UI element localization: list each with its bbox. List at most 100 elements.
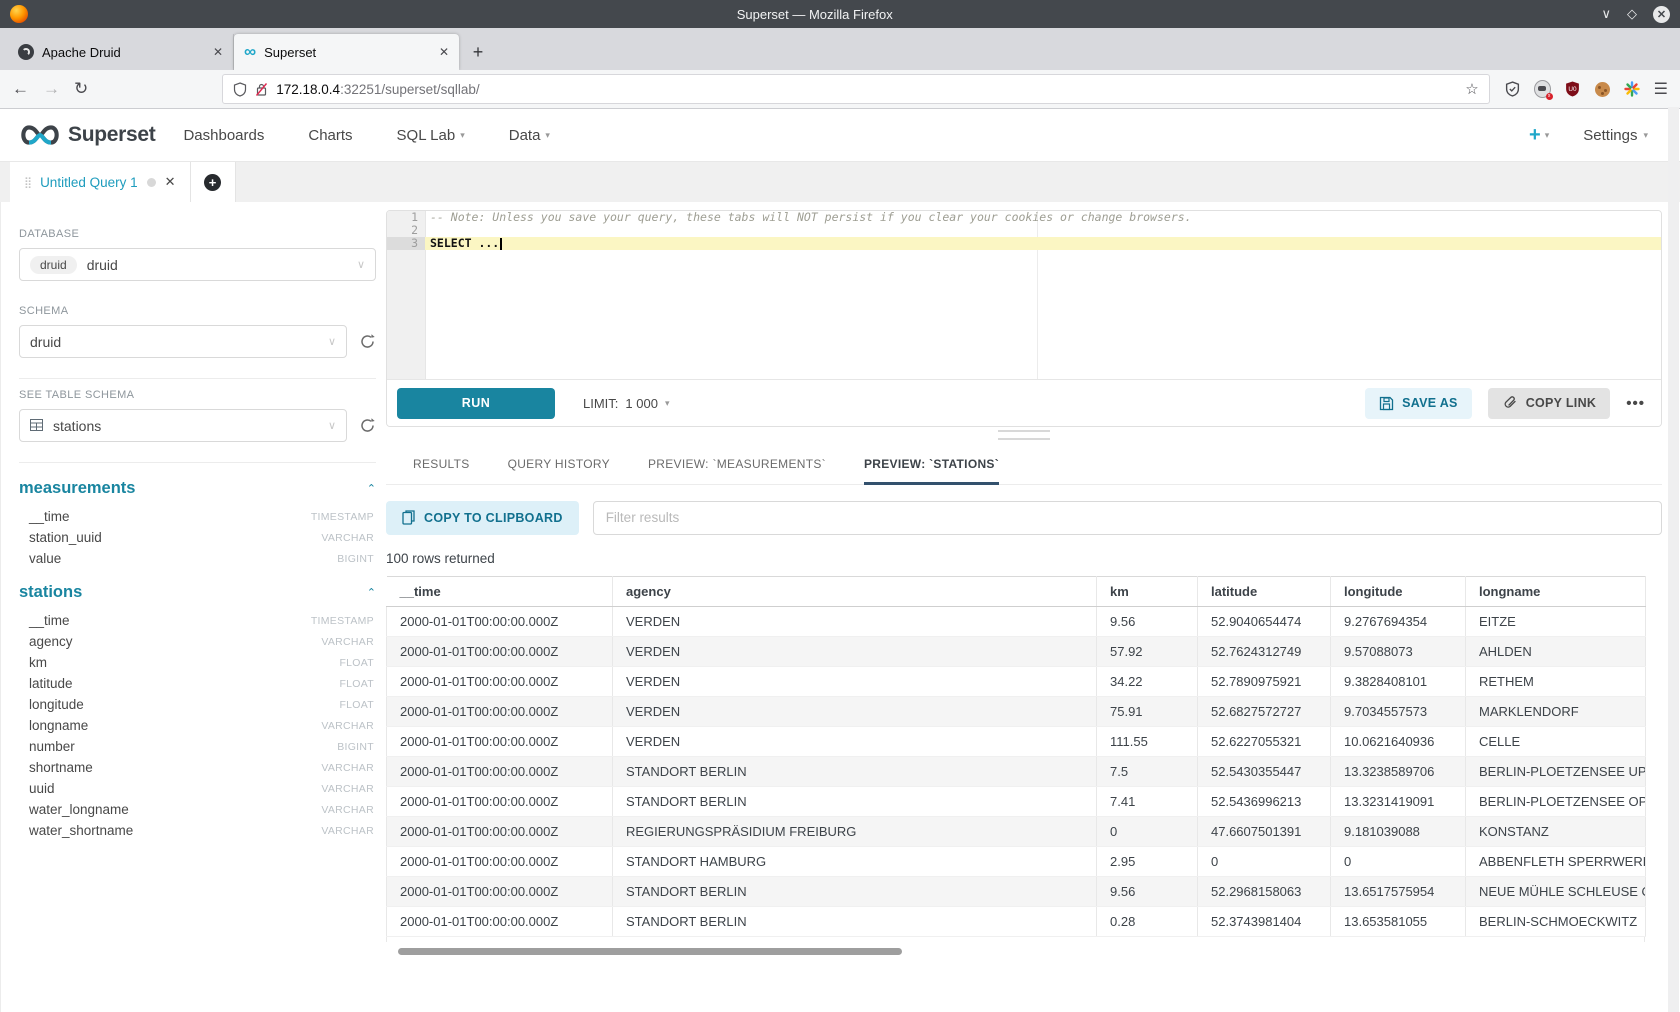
chevron-down-icon: ▾ bbox=[460, 130, 465, 141]
horizontal-scrollbar[interactable] bbox=[386, 948, 1662, 957]
page-scrollbar-track[interactable] bbox=[1668, 107, 1679, 1012]
column-header[interactable]: agency bbox=[613, 576, 1097, 606]
table-row[interactable]: 2000-01-01T00:00:00.000Z VERDEN 111.55 5… bbox=[387, 726, 1646, 756]
table-row[interactable]: 2000-01-01T00:00:00.000Z VERDEN 57.92 52… bbox=[387, 636, 1646, 666]
cell-km: 0.28 bbox=[1097, 906, 1198, 936]
limit-dropdown[interactable]: LIMIT: 1 000 ▾ bbox=[583, 396, 669, 411]
nav-data[interactable]: Data▾ bbox=[509, 127, 550, 144]
collapse-chevron-icon[interactable]: ⌃ bbox=[367, 482, 376, 495]
back-button[interactable]: ← bbox=[12, 79, 29, 99]
refresh-schema-icon[interactable] bbox=[359, 333, 376, 350]
results-table: __timeagencykmlatitudelongitudelongname … bbox=[386, 576, 1646, 937]
pinwheel-extension-icon[interactable] bbox=[1624, 81, 1641, 98]
tracking-shield-icon[interactable] bbox=[233, 82, 247, 97]
table-select[interactable]: stations ∨ bbox=[19, 409, 347, 442]
tab-results[interactable]: RESULTS bbox=[413, 457, 470, 484]
chevron-down-icon: ▾ bbox=[1643, 130, 1648, 141]
save-as-button[interactable]: SAVE AS bbox=[1365, 388, 1472, 419]
add-new-button[interactable]: +▾ bbox=[1529, 126, 1549, 144]
reload-button[interactable]: ↻ bbox=[74, 79, 88, 99]
column-row: km FLOAT bbox=[29, 652, 374, 673]
table-row[interactable]: 2000-01-01T00:00:00.000Z VERDEN 9.56 52.… bbox=[387, 606, 1646, 636]
insecure-lock-icon[interactable] bbox=[255, 82, 268, 97]
column-row: water_shortname VARCHAR bbox=[29, 820, 374, 841]
new-tab-button[interactable]: + bbox=[463, 37, 493, 67]
scrollbar-thumb[interactable] bbox=[398, 948, 902, 955]
filter-results-input[interactable] bbox=[593, 501, 1662, 535]
nav-dashboards[interactable]: Dashboards bbox=[183, 127, 264, 144]
cell-agency: VERDEN bbox=[613, 666, 1097, 696]
table-row[interactable]: 2000-01-01T00:00:00.000Z STANDORT BERLIN… bbox=[387, 786, 1646, 816]
column-header[interactable]: latitude bbox=[1198, 576, 1331, 606]
cell-longname: RETHEM bbox=[1466, 666, 1646, 696]
bookmark-star-icon[interactable]: ☆ bbox=[1465, 80, 1478, 98]
add-query-tab-button[interactable]: + bbox=[191, 162, 236, 202]
mask-extension-icon[interactable]: x bbox=[1534, 81, 1551, 98]
browser-tab-apache-druid[interactable]: Apache Druid ✕ bbox=[8, 34, 234, 70]
copy-to-clipboard-button[interactable]: COPY TO CLIPBOARD bbox=[386, 501, 579, 535]
window-close-icon[interactable]: ✕ bbox=[1653, 6, 1670, 23]
nav-sql-lab[interactable]: SQL Lab▾ bbox=[397, 127, 465, 144]
column-name: value bbox=[29, 551, 337, 566]
superset-logo[interactable]: Superset bbox=[18, 123, 155, 147]
tab-preview-measurements[interactable]: PREVIEW: `MEASUREMENTS` bbox=[648, 457, 826, 484]
table-row[interactable]: 2000-01-01T00:00:00.000Z VERDEN 75.91 52… bbox=[387, 696, 1646, 726]
schema-select[interactable]: druid ∨ bbox=[19, 325, 347, 358]
settings-menu[interactable]: Settings▾ bbox=[1583, 127, 1648, 144]
table-row[interactable]: 2000-01-01T00:00:00.000Z VERDEN 34.22 52… bbox=[387, 666, 1646, 696]
window-maximize-icon[interactable]: ◇ bbox=[1627, 6, 1637, 22]
table-row[interactable]: 2000-01-01T00:00:00.000Z STANDORT HAMBUR… bbox=[387, 846, 1646, 876]
table-stations-heading[interactable]: stations bbox=[19, 583, 367, 602]
hamburger-menu-icon[interactable]: ☰ bbox=[1654, 79, 1668, 99]
more-actions-button[interactable]: ••• bbox=[1620, 395, 1651, 412]
copy-link-button[interactable]: COPY LINK bbox=[1488, 388, 1611, 419]
browser-tab-title: Superset bbox=[264, 45, 431, 60]
table-row[interactable]: 2000-01-01T00:00:00.000Z STANDORT BERLIN… bbox=[387, 876, 1646, 906]
tab-preview-stations[interactable]: PREVIEW: `STATIONS` bbox=[864, 457, 999, 485]
drag-handle-icon[interactable]: ⣿ bbox=[24, 176, 31, 189]
url-bar[interactable]: 172.18.0.4:32251/superset/sqllab/ ☆ bbox=[222, 74, 1489, 104]
cell-time: 2000-01-01T00:00:00.000Z bbox=[387, 786, 613, 816]
cell-agency: VERDEN bbox=[613, 726, 1097, 756]
column-row: station_uuid VARCHAR bbox=[29, 527, 374, 548]
column-header[interactable]: __time bbox=[387, 576, 613, 606]
collapse-chevron-icon[interactable]: ⌃ bbox=[367, 586, 376, 599]
column-name: uuid bbox=[29, 781, 321, 796]
pane-splitter[interactable] bbox=[386, 427, 1662, 443]
cell-longname: BERLIN-PLOETZENSEE OP bbox=[1466, 786, 1646, 816]
table-row[interactable]: 2000-01-01T00:00:00.000Z STANDORT BERLIN… bbox=[387, 906, 1646, 936]
ublock-extension-icon[interactable]: U0 bbox=[1564, 81, 1581, 98]
column-header[interactable]: km bbox=[1097, 576, 1198, 606]
refresh-tables-icon[interactable] bbox=[359, 417, 376, 434]
browser-toolbar: ← → ↻ 172.18.0.4:32251/superset/sqllab/ … bbox=[0, 70, 1680, 109]
forward-button[interactable]: → bbox=[43, 79, 60, 99]
column-row: water_longname VARCHAR bbox=[29, 799, 374, 820]
table-grid-icon bbox=[30, 417, 43, 435]
window-minimize-icon[interactable]: ∨ bbox=[1601, 6, 1611, 22]
tab-query-history[interactable]: QUERY HISTORY bbox=[508, 457, 610, 484]
database-select[interactable]: druid druid ∨ bbox=[19, 248, 376, 281]
browser-tab-superset[interactable]: ∞ Superset ✕ bbox=[234, 34, 459, 70]
column-name: __time bbox=[29, 613, 311, 628]
cell-longname: BERLIN-PLOETZENSEE UP bbox=[1466, 756, 1646, 786]
tab-close-icon[interactable]: ✕ bbox=[439, 45, 449, 59]
privacy-shield-extension-icon[interactable] bbox=[1504, 81, 1521, 98]
table-row[interactable]: 2000-01-01T00:00:00.000Z STANDORT BERLIN… bbox=[387, 756, 1646, 786]
save-icon bbox=[1379, 396, 1394, 411]
cell-agency: STANDORT BERLIN bbox=[613, 756, 1097, 786]
query-tab-close-icon[interactable]: ✕ bbox=[165, 174, 176, 190]
cookie-extension-icon[interactable] bbox=[1594, 81, 1611, 98]
tab-close-icon[interactable]: ✕ bbox=[213, 45, 223, 59]
superset-navbar: Superset Dashboards Charts SQL Lab▾ Data… bbox=[0, 109, 1680, 162]
schema-value: druid bbox=[30, 334, 318, 350]
column-header[interactable]: longitude bbox=[1331, 576, 1466, 606]
sql-editor[interactable]: 1 -- Note: Unless you save your query, t… bbox=[387, 211, 1661, 379]
run-button[interactable]: RUN bbox=[397, 388, 555, 419]
table-measurements-heading[interactable]: measurements bbox=[19, 479, 367, 498]
nav-charts[interactable]: Charts bbox=[308, 127, 352, 144]
column-header[interactable]: longname bbox=[1466, 576, 1646, 606]
limit-label: LIMIT: bbox=[583, 396, 618, 411]
query-tab-untitled-query-1[interactable]: ⣿ Untitled Query 1 ✕ bbox=[10, 162, 191, 202]
extension-icons: x U0 ☰ bbox=[1504, 79, 1668, 99]
table-row[interactable]: 2000-01-01T00:00:00.000Z REGIERUNGSPRÄSI… bbox=[387, 816, 1646, 846]
